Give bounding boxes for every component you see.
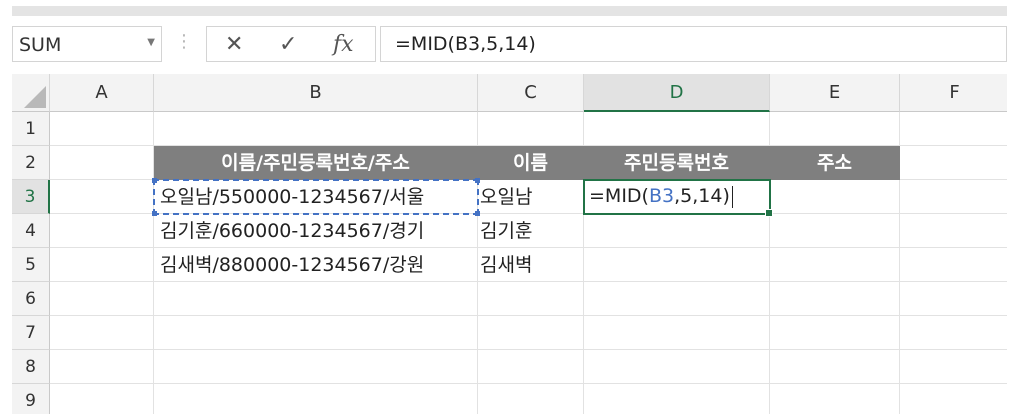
grid-cell[interactable] — [478, 112, 584, 146]
cell-b4[interactable]: 김기훈/660000-1234567/경기 — [154, 214, 478, 248]
row-header-3[interactable]: 3 — [12, 180, 50, 214]
column-header-c[interactable]: C — [478, 74, 584, 112]
column-header-a[interactable]: A — [50, 74, 154, 112]
grid-cell[interactable] — [154, 384, 478, 414]
header-cell-e2[interactable]: 주소 — [770, 146, 900, 180]
grid-cell[interactable] — [770, 316, 900, 350]
chevron-down-icon[interactable]: ▼ — [147, 37, 155, 48]
grid-cell[interactable] — [50, 146, 154, 180]
select-all-button[interactable] — [12, 74, 50, 112]
grid-cell[interactable] — [478, 282, 584, 316]
grid-cell[interactable] — [50, 282, 154, 316]
grid-cell[interactable] — [900, 282, 1007, 316]
grid-cell[interactable] — [900, 350, 1007, 384]
grid-cell[interactable] — [584, 248, 770, 282]
grid-cell[interactable] — [900, 248, 1007, 282]
cell-b5[interactable]: 김새벽/880000-1234567/강원 — [154, 248, 478, 282]
cell-c3[interactable]: 오일남 — [478, 180, 584, 214]
name-box-value: SUM — [19, 34, 62, 56]
grid-cell[interactable] — [584, 214, 770, 248]
row-header-5[interactable]: 5 — [12, 248, 50, 282]
row-header-7[interactable]: 7 — [12, 316, 50, 350]
grid-cell[interactable] — [154, 350, 478, 384]
column-header-e[interactable]: E — [770, 74, 900, 112]
grid-cell[interactable] — [900, 180, 1007, 214]
column-header-f[interactable]: F — [900, 74, 1007, 112]
header-cell-d2[interactable]: 주민등록번호 — [584, 146, 770, 180]
name-box[interactable]: SUM ▼ — [12, 26, 162, 62]
row-header-9[interactable]: 9 — [12, 384, 50, 414]
cell-c4[interactable]: 김기훈 — [478, 214, 584, 248]
row-header-6[interactable]: 6 — [12, 282, 50, 316]
formula-bar: SUM ▼ ⋮ ✕ ✓ fx =MID(B3,5,14) — [12, 22, 1007, 66]
row-header-8[interactable]: 8 — [12, 350, 50, 384]
grid-cell[interactable] — [900, 214, 1007, 248]
active-cell-d3[interactable]: =MID(B3,5,14) — [583, 179, 773, 217]
column-header-b[interactable]: B — [154, 74, 478, 112]
cancel-icon[interactable]: ✕ — [225, 32, 243, 57]
grid-cell[interactable] — [900, 146, 1007, 180]
grid-cell[interactable] — [154, 282, 478, 316]
grid-cell[interactable] — [770, 282, 900, 316]
cell-reference: B3 — [648, 185, 675, 207]
spreadsheet-grid: A B C D E F 1 2 3 4 5 6 7 8 9 이름/주민등록번호/… — [12, 74, 1007, 414]
grid-cell[interactable] — [584, 316, 770, 350]
grid-cell[interactable] — [770, 214, 900, 248]
cell-edit-text: =MID(B3,5,14) — [589, 185, 733, 208]
text-cursor — [731, 185, 733, 208]
grid-cell[interactable] — [770, 384, 900, 414]
insert-function-icon[interactable]: fx — [333, 32, 354, 57]
grid-cell[interactable] — [770, 248, 900, 282]
grid-cell[interactable] — [154, 112, 478, 146]
grid-cell[interactable] — [584, 350, 770, 384]
grid-cell[interactable] — [770, 112, 900, 146]
grid-cell[interactable] — [584, 112, 770, 146]
formula-text: =MID(B3,5,14) — [395, 33, 536, 55]
formula-reference-highlight — [152, 178, 480, 216]
grid-cell[interactable] — [478, 350, 584, 384]
row-header-4[interactable]: 4 — [12, 214, 50, 248]
column-header-d[interactable]: D — [584, 74, 770, 112]
fill-handle[interactable] — [765, 209, 773, 217]
formula-input[interactable]: =MID(B3,5,14) — [380, 26, 1007, 62]
grid-cell[interactable] — [584, 384, 770, 414]
grid-cell[interactable] — [900, 384, 1007, 414]
grid-cell[interactable] — [770, 350, 900, 384]
grid-cell[interactable] — [154, 316, 478, 350]
header-cell-c2[interactable]: 이름 — [478, 146, 584, 180]
grid-cell[interactable] — [50, 350, 154, 384]
grid-cell[interactable] — [50, 316, 154, 350]
grid-cell[interactable] — [50, 112, 154, 146]
grid-cell[interactable] — [50, 384, 154, 414]
drag-handle-icon[interactable]: ⋮ — [175, 32, 193, 52]
grid-cell[interactable] — [584, 282, 770, 316]
grid-cell[interactable] — [478, 316, 584, 350]
grid-cell[interactable] — [900, 112, 1007, 146]
cell-c5[interactable]: 김새벽 — [478, 248, 584, 282]
grid-cell[interactable] — [50, 214, 154, 248]
grid-cell[interactable] — [900, 316, 1007, 350]
ribbon-edge — [0, 0, 1020, 20]
header-cell-b2[interactable]: 이름/주민등록번호/주소 — [154, 146, 478, 180]
enter-icon[interactable]: ✓ — [279, 32, 297, 57]
grid-cell[interactable] — [50, 180, 154, 214]
row-header-1[interactable]: 1 — [12, 112, 50, 146]
row-header-2[interactable]: 2 — [12, 146, 50, 180]
grid-cell[interactable] — [50, 248, 154, 282]
grid-cell[interactable] — [478, 384, 584, 414]
formula-buttons: ✕ ✓ fx — [206, 26, 376, 62]
grid-cell[interactable] — [770, 180, 900, 214]
